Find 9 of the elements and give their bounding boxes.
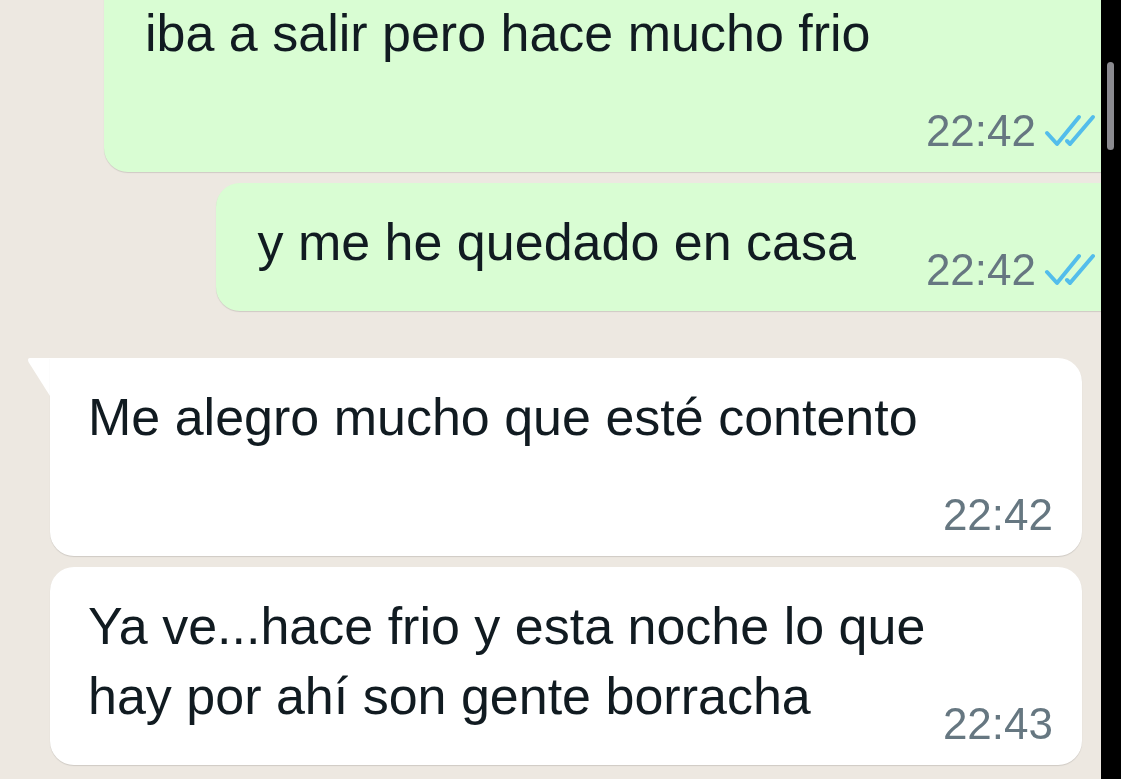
message-text: y me he quedado en casa — [257, 213, 856, 271]
message-time: 22:42 — [925, 245, 1036, 295]
message-time: 22:42 — [925, 106, 1036, 156]
message-text: Ya ve...hace frio y esta noche lo que hay por ahí son gente borracha — [88, 597, 926, 725]
message-time: 22:42 — [942, 490, 1053, 540]
message-text: iba a salir pero hace mucho frio — [145, 4, 871, 62]
message-time: 22:43 — [942, 699, 1053, 749]
scrollbar-thumb[interactable] — [1107, 62, 1114, 150]
message-text: Me alegro mucho que esté contento — [88, 388, 918, 446]
